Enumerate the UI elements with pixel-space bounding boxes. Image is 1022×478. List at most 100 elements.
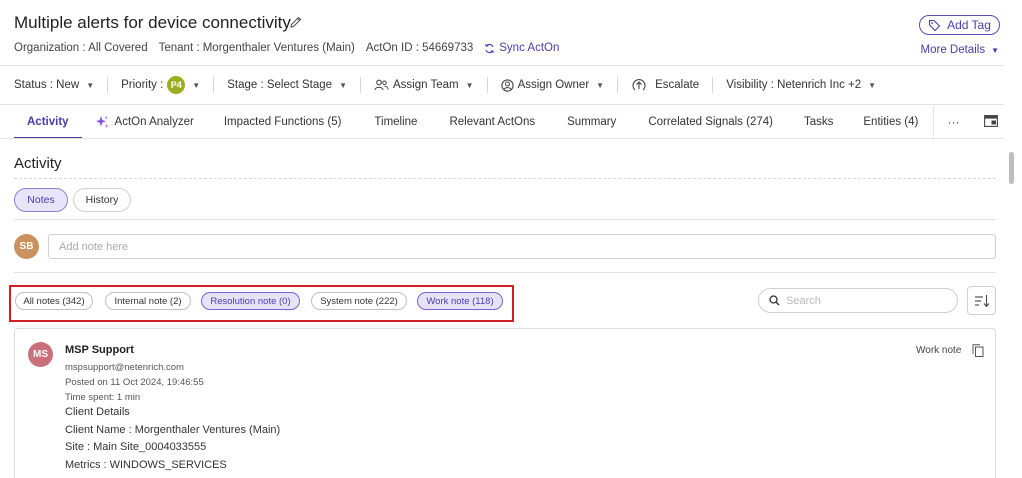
search-box[interactable] bbox=[758, 288, 958, 313]
assign-owner-dropdown[interactable]: Assign Owner ▼ bbox=[500, 78, 605, 92]
note-body-line: Client Name : Morgenthaler Ventures (Mai… bbox=[65, 424, 281, 436]
note-posted-time: Posted on 11 Oct 2024, 19:46:55 bbox=[65, 377, 204, 388]
divider bbox=[14, 178, 996, 179]
escalate-icon bbox=[632, 79, 646, 91]
stage-dropdown[interactable]: Stage : Select Stage ▼ bbox=[227, 79, 347, 91]
divider bbox=[107, 77, 109, 93]
tab-tasks[interactable]: Tasks bbox=[789, 106, 848, 138]
search-icon bbox=[769, 295, 780, 306]
stage-label: Stage : Select Stage bbox=[227, 79, 333, 91]
organization-text: Organization : All Covered bbox=[14, 42, 148, 54]
tabs-more-button[interactable]: ··· bbox=[933, 106, 973, 138]
divider bbox=[0, 65, 1004, 66]
tab-label: Correlated Signals (274) bbox=[648, 116, 773, 128]
tab-label: Activity bbox=[27, 116, 69, 128]
tab-acton-analyzer[interactable]: ActOn Analyzer bbox=[82, 106, 207, 138]
sort-button[interactable] bbox=[967, 286, 996, 315]
status-dropdown[interactable]: Status : New ▼ bbox=[14, 79, 94, 91]
page-title: Multiple alerts for device connectivity bbox=[14, 13, 291, 32]
tab-label: Relevant ActOns bbox=[449, 116, 536, 128]
case-meta: Organization : All Covered Tenant : Morg… bbox=[14, 42, 559, 54]
add-tag-label: Add Tag bbox=[947, 18, 991, 32]
filter-resolution-note[interactable]: Resolution note (0) bbox=[201, 292, 300, 310]
priority-badge: P4 bbox=[167, 76, 186, 94]
chevron-down-icon: ▼ bbox=[991, 45, 999, 55]
tab-label: ActOn Analyzer bbox=[114, 116, 194, 128]
tab-activity[interactable]: Activity bbox=[14, 106, 82, 139]
divider bbox=[0, 138, 1004, 139]
divider bbox=[0, 104, 1004, 105]
tag-icon bbox=[929, 19, 941, 31]
notes-toggle[interactable]: Notes bbox=[14, 188, 68, 212]
sort-descending-icon bbox=[974, 294, 989, 307]
scrollbar-track[interactable] bbox=[1008, 140, 1018, 478]
escalate-label: Escalate bbox=[655, 79, 700, 91]
caret-down-icon: ▼ bbox=[465, 80, 474, 90]
section-heading: Activity bbox=[14, 155, 62, 172]
tab-label: Timeline bbox=[374, 116, 418, 128]
more-details-label: More Details bbox=[920, 44, 986, 56]
tab-correlated-signals[interactable]: Correlated Signals (274) bbox=[632, 106, 789, 138]
status-label: Status : New bbox=[14, 79, 80, 91]
edit-icon[interactable] bbox=[289, 15, 303, 29]
filter-system-note[interactable]: System note (222) bbox=[311, 292, 407, 310]
filter-all-notes[interactable]: All notes (342) bbox=[15, 292, 93, 310]
tab-timeline[interactable]: Timeline bbox=[358, 106, 433, 138]
caret-down-icon: ▼ bbox=[86, 80, 95, 90]
note-type-label: Work note bbox=[916, 345, 962, 356]
tab-label: Tasks bbox=[803, 116, 834, 128]
tab-entities[interactable]: Entities (4) bbox=[848, 106, 933, 138]
tab-label: Impacted Functions (5) bbox=[223, 116, 342, 128]
filter-internal-note[interactable]: Internal note (2) bbox=[105, 292, 191, 310]
priority-dropdown[interactable]: Priority : P4 ▼ bbox=[121, 76, 200, 94]
divider bbox=[617, 77, 619, 93]
copy-icon[interactable] bbox=[972, 344, 984, 357]
escalate-button[interactable]: Escalate bbox=[631, 78, 699, 92]
scrollbar-thumb[interactable] bbox=[1009, 152, 1014, 184]
tab-summary[interactable]: Summary bbox=[551, 106, 632, 138]
note-body-line: Metrics : WINDOWS_SERVICES bbox=[65, 459, 227, 471]
caret-down-icon: ▼ bbox=[868, 80, 877, 90]
caret-down-icon: ▼ bbox=[596, 80, 605, 90]
filter-work-note[interactable]: Work note (118) bbox=[417, 292, 503, 310]
sync-icon bbox=[485, 43, 495, 53]
note-author: MSP Support bbox=[65, 344, 134, 356]
visibility-label: Visibility : Netenrich Inc +2 bbox=[726, 79, 862, 91]
tab-impacted-functions[interactable]: Impacted Functions (5) bbox=[207, 106, 359, 138]
acton-id-text: ActOn ID : 54669733 bbox=[365, 42, 474, 54]
divider bbox=[712, 77, 714, 93]
caret-down-icon: ▼ bbox=[192, 80, 201, 90]
window-icon[interactable] bbox=[984, 115, 998, 127]
assign-team-dropdown[interactable]: Assign Team ▼ bbox=[374, 79, 474, 91]
tenant-text: Tenant : Morgenthaler Ventures (Main) bbox=[158, 42, 355, 54]
sync-acton-link[interactable]: Sync ActOn bbox=[484, 42, 559, 54]
assign-team-label: Assign Team bbox=[393, 79, 459, 91]
more-details-link[interactable]: More Details ▼ bbox=[921, 44, 999, 56]
divider bbox=[213, 77, 215, 93]
sparkle-icon bbox=[95, 116, 109, 128]
user-circle-icon bbox=[500, 78, 514, 92]
tab-bar: Activity ActOn Analyzer Impacted Functio… bbox=[14, 106, 933, 139]
add-note-input[interactable] bbox=[48, 234, 996, 259]
note-card bbox=[14, 328, 996, 478]
sync-acton-label: Sync ActOn bbox=[499, 42, 560, 54]
visibility-dropdown[interactable]: Visibility : Netenrich Inc +2 ▼ bbox=[726, 79, 876, 91]
more-icon: ··· bbox=[947, 115, 960, 129]
history-toggle[interactable]: History bbox=[73, 188, 131, 212]
divider bbox=[486, 77, 488, 93]
team-icon bbox=[374, 79, 389, 91]
tab-label: Summary bbox=[567, 116, 617, 128]
divider bbox=[360, 77, 361, 93]
case-toolbar: Status : New ▼ Priority : P4 ▼ Stage : S… bbox=[14, 74, 876, 96]
priority-label: Priority : bbox=[121, 79, 164, 91]
note-body-line: Site : Main Site_0004033555 bbox=[65, 441, 207, 453]
note-time-spent: Time spent: 1 min bbox=[65, 392, 141, 403]
divider bbox=[14, 272, 996, 273]
add-tag-button[interactable]: Add Tag bbox=[919, 15, 1000, 35]
avatar: SB bbox=[14, 234, 39, 259]
search-input[interactable] bbox=[786, 294, 946, 307]
avatar: MS bbox=[28, 342, 53, 367]
assign-owner-label: Assign Owner bbox=[517, 79, 590, 91]
divider bbox=[14, 219, 996, 220]
tab-relevant-actons[interactable]: Relevant ActOns bbox=[433, 106, 551, 138]
